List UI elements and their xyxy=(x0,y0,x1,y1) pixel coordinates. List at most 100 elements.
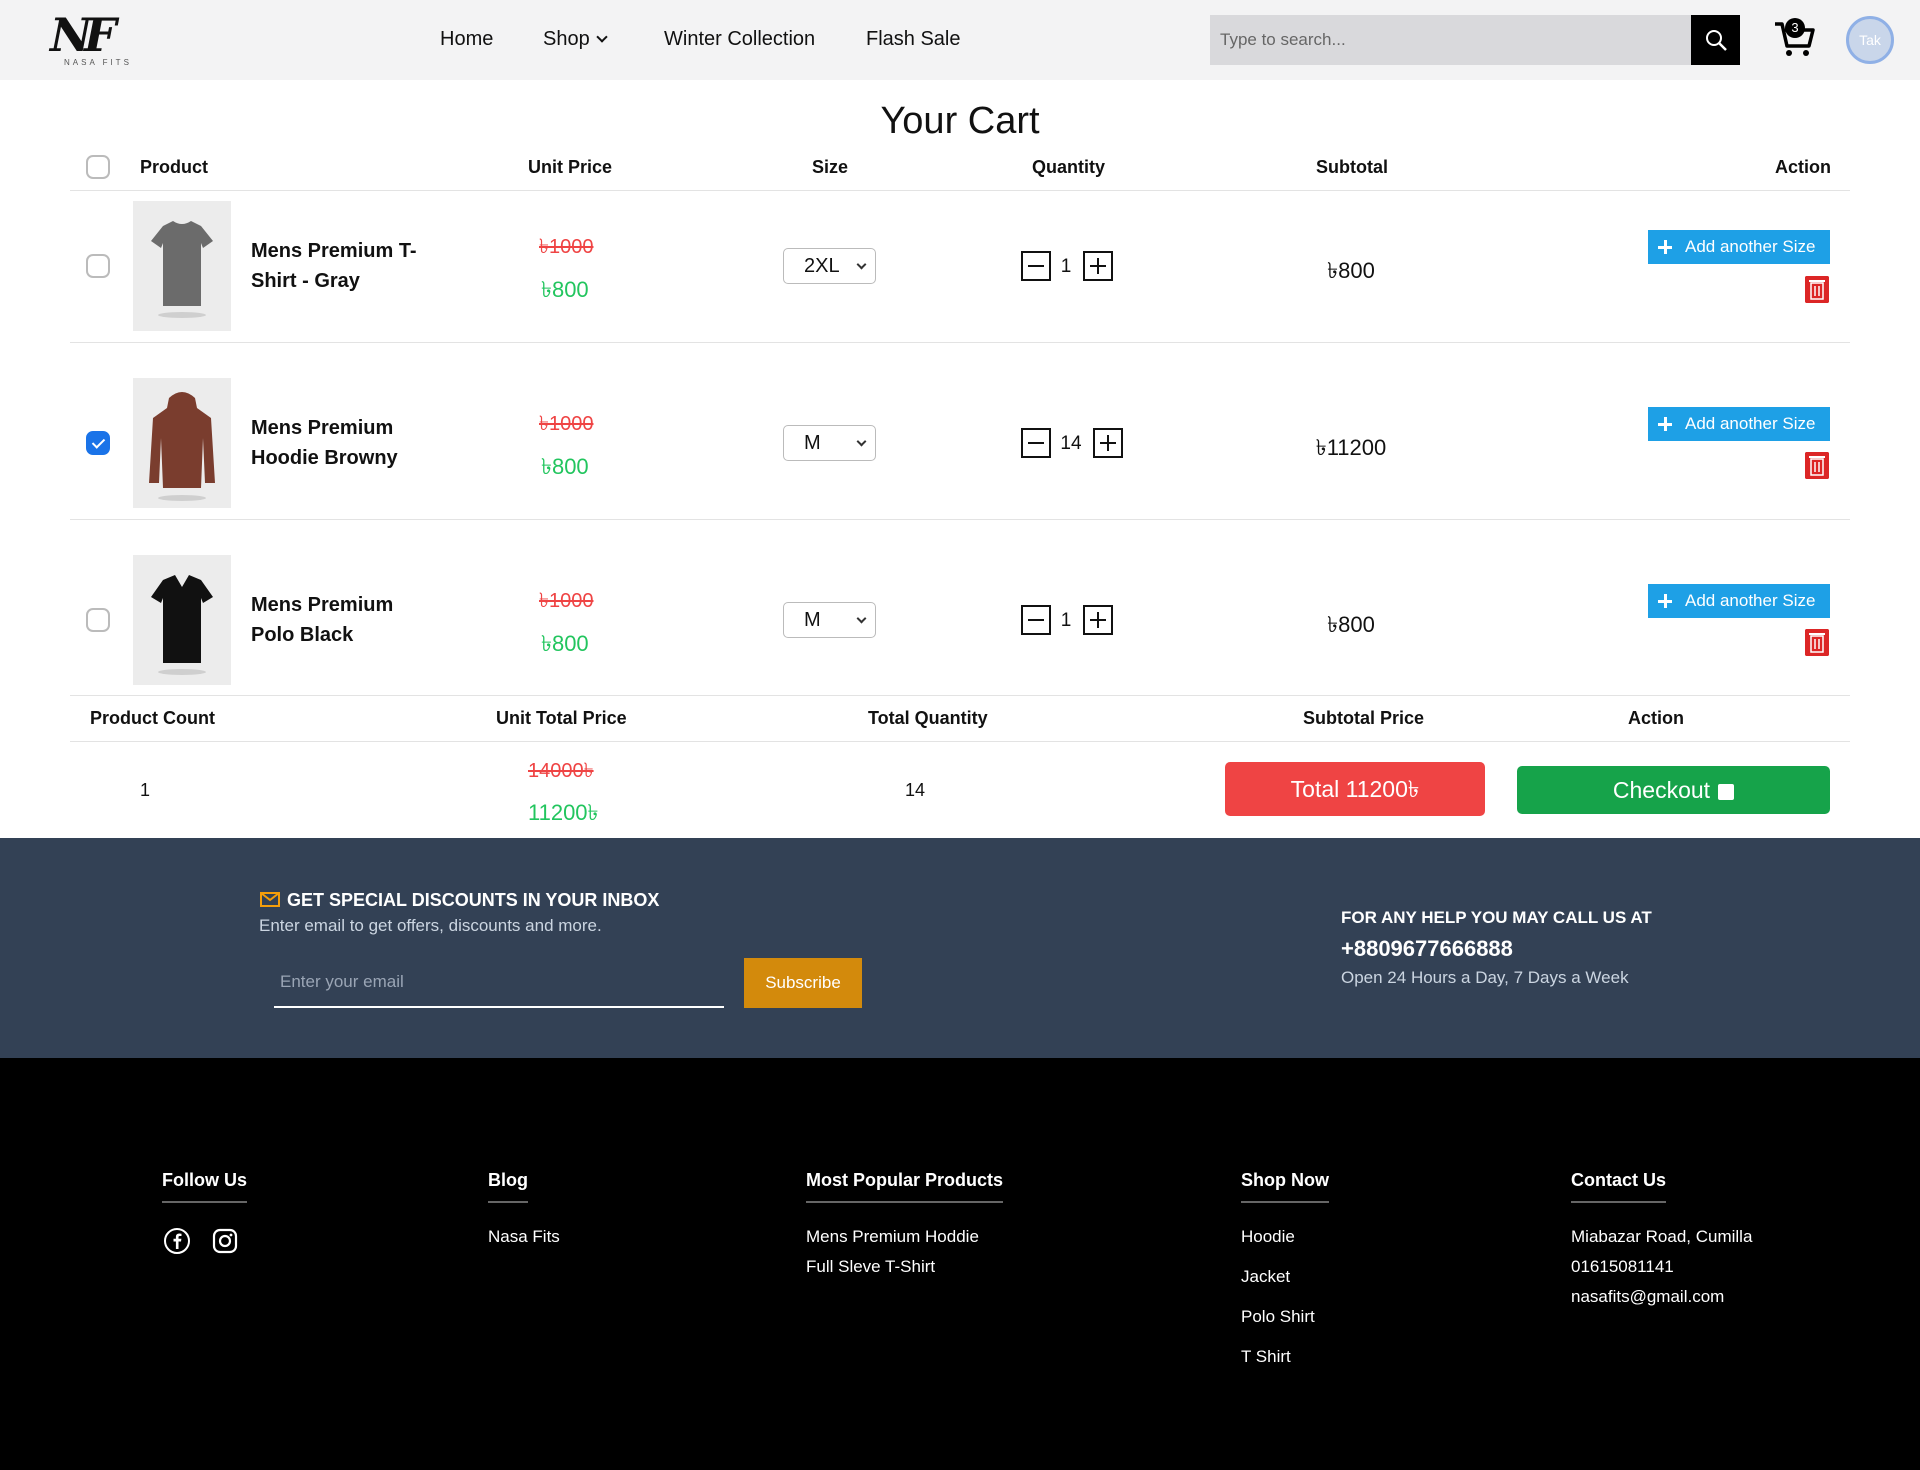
summary-header-subtotal-price: Subtotal Price xyxy=(1303,708,1425,728)
quantity-minus-button[interactable] xyxy=(1021,428,1051,458)
quantity-minus-button[interactable] xyxy=(1021,605,1051,635)
row-checkbox[interactable] xyxy=(86,254,110,278)
footer-popular-link[interactable]: Mens Premium Hoddie xyxy=(806,1227,979,1247)
brand-logo[interactable]: NF NASA FITS xyxy=(50,8,134,72)
row-checkbox[interactable] xyxy=(86,608,110,632)
add-another-size-button[interactable]: Add another Size xyxy=(1648,407,1830,441)
add-size-label: Add another Size xyxy=(1685,591,1816,610)
col-header-quantity: Quantity xyxy=(1032,157,1106,177)
quantity-minus-button[interactable] xyxy=(1021,251,1051,281)
col-header-product: Product xyxy=(140,157,209,177)
footer-blog-link[interactable]: Nasa Fits xyxy=(488,1227,560,1247)
quantity-plus-button[interactable] xyxy=(1083,605,1113,635)
footer-contact-title: Contact Us xyxy=(1571,1170,1667,1203)
unit-total-old-price: 14000৳ xyxy=(528,760,594,782)
product-name-line1: Mens Premium T- xyxy=(251,240,417,262)
divider xyxy=(70,342,1850,343)
search-input[interactable] xyxy=(1210,15,1692,65)
bag-icon xyxy=(1718,784,1735,800)
footer-contact-email[interactable]: nasafits@gmail.com xyxy=(1571,1287,1724,1307)
summary-header-unit-total-price: Unit Total Price xyxy=(496,708,627,728)
plus-icon xyxy=(1658,417,1672,431)
footer-popular-link[interactable]: Full Sleve T-Shirt xyxy=(806,1257,935,1277)
col-header-action: Action xyxy=(1775,157,1831,177)
trash-icon[interactable] xyxy=(1805,452,1829,479)
divider xyxy=(70,741,1850,742)
product-name[interactable]: Mens Premium Polo Black xyxy=(251,590,431,650)
search-icon xyxy=(1705,30,1727,51)
add-size-label: Add another Size xyxy=(1685,237,1816,256)
footer-shop-link[interactable]: Polo Shirt xyxy=(1241,1307,1315,1327)
add-another-size-button[interactable]: Add another Size xyxy=(1648,584,1830,618)
product-count-value: 1 xyxy=(140,780,151,800)
col-header-unit-price: Unit Price xyxy=(528,157,613,177)
total-button[interactable]: Total 11200৳ xyxy=(1225,762,1485,816)
polo-image xyxy=(151,575,213,675)
plus-icon xyxy=(1658,594,1672,608)
old-price: ৳1000 xyxy=(539,236,594,258)
instagram-icon[interactable] xyxy=(211,1227,239,1255)
trash-icon[interactable] xyxy=(1805,276,1829,303)
nav-home[interactable]: Home xyxy=(440,28,493,51)
divider xyxy=(70,695,1850,696)
product-name-line2: Hoodie Browny xyxy=(251,447,398,469)
chevron-down-icon xyxy=(856,613,867,624)
size-select[interactable]: M xyxy=(783,602,876,638)
size-value: M xyxy=(804,609,821,631)
footer-contact-phone[interactable]: 01615081141 xyxy=(1571,1257,1674,1277)
search-button[interactable] xyxy=(1691,15,1740,65)
nav-shop[interactable]: Shop xyxy=(543,28,608,51)
size-value: 2XL xyxy=(804,255,840,277)
facebook-icon[interactable] xyxy=(163,1227,191,1255)
email-field[interactable] xyxy=(274,958,724,1008)
chevron-down-icon xyxy=(856,259,867,270)
site-header: NF NASA FITS Home Shop Winter Collection… xyxy=(0,0,1920,80)
add-another-size-button[interactable]: Add another Size xyxy=(1648,230,1830,264)
mail-icon xyxy=(260,892,280,907)
old-price: ৳1000 xyxy=(539,590,594,612)
tshirt-image xyxy=(151,221,213,318)
avatar[interactable]: Tak xyxy=(1846,16,1894,64)
product-image[interactable] xyxy=(133,555,231,685)
newsletter-section xyxy=(0,838,1920,1058)
size-select[interactable]: M xyxy=(783,425,876,461)
chevron-down-icon xyxy=(856,436,867,447)
nav-flash-sale[interactable]: Flash Sale xyxy=(866,28,961,51)
select-all-checkbox[interactable] xyxy=(86,155,110,179)
summary-header-total-quantity: Total Quantity xyxy=(868,708,988,728)
product-name-line1: Mens Premium xyxy=(251,417,394,439)
cart-count-badge: 3 xyxy=(1785,18,1805,38)
total-quantity-value: 14 xyxy=(905,780,926,800)
footer-follow-title: Follow Us xyxy=(162,1170,247,1203)
footer-contact-address: Miabazar Road, Cumilla xyxy=(1571,1227,1753,1246)
nav-winter-collection[interactable]: Winter Collection xyxy=(664,28,815,51)
logo-mark: NF xyxy=(50,8,117,62)
help-phone[interactable]: +8809677666888 xyxy=(1341,936,1513,962)
product-name[interactable]: Mens Premium T- Shirt - Gray xyxy=(251,236,431,296)
product-name-line2: Shirt - Gray xyxy=(251,270,360,292)
footer-shop-link[interactable]: T Shirt xyxy=(1241,1347,1291,1367)
footer-blog-title: Blog xyxy=(488,1170,528,1203)
product-image[interactable] xyxy=(133,201,231,331)
divider xyxy=(70,519,1850,520)
trash-icon[interactable] xyxy=(1805,629,1829,656)
page-title: Your Cart xyxy=(880,100,1040,142)
quantity-plus-button[interactable] xyxy=(1093,428,1123,458)
product-image[interactable] xyxy=(133,378,231,508)
checkout-button[interactable]: Checkout xyxy=(1517,766,1830,814)
col-header-subtotal: Subtotal xyxy=(1316,157,1388,177)
row-subtotal: ৳11200 xyxy=(1315,435,1387,460)
footer-shop-title: Shop Now xyxy=(1241,1170,1329,1203)
old-price: ৳1000 xyxy=(539,413,594,435)
subscribe-button[interactable]: Subscribe xyxy=(744,958,862,1008)
quantity-plus-button[interactable] xyxy=(1083,251,1113,281)
footer-shop-link[interactable]: Hoodie xyxy=(1241,1227,1295,1247)
footer-shop-link[interactable]: Jacket xyxy=(1241,1267,1290,1287)
new-price: ৳800 xyxy=(541,454,589,479)
size-select[interactable]: 2XL xyxy=(783,248,876,284)
row-checkbox[interactable] xyxy=(86,431,110,455)
product-name-line1: Mens Premium xyxy=(251,594,394,616)
product-name[interactable]: Mens Premium Hoodie Browny xyxy=(251,413,431,473)
plus-icon xyxy=(1658,240,1672,254)
quantity-value: 1 xyxy=(1060,610,1072,631)
